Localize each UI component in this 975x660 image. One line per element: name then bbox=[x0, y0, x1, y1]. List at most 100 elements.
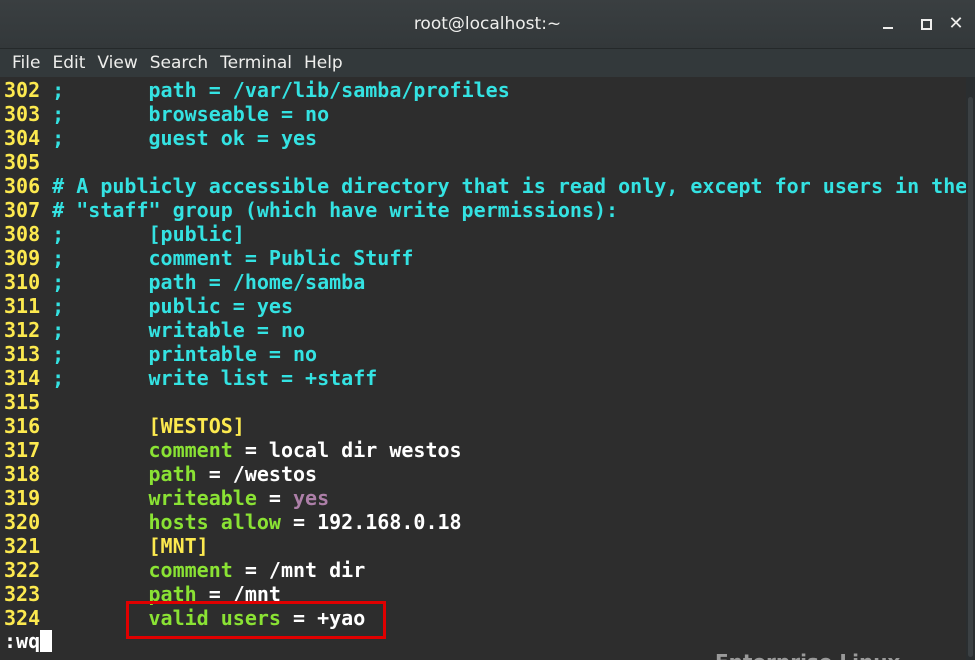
line-number: 313 bbox=[4, 342, 41, 366]
editor-line: 312 ; writable = no bbox=[4, 318, 305, 342]
line-number: 308 bbox=[4, 222, 41, 246]
line-number: 316 bbox=[4, 414, 41, 438]
menu-help[interactable]: Help bbox=[299, 53, 350, 73]
line-text: ; path = /home/samba bbox=[40, 270, 366, 294]
maximize-button[interactable] bbox=[916, 14, 936, 34]
line-text bbox=[40, 414, 148, 438]
editor-line: 308 ; [public] bbox=[4, 222, 245, 246]
line-number: 302 bbox=[4, 78, 41, 102]
line-number: 311 bbox=[4, 294, 41, 318]
command-text: :wq bbox=[4, 629, 41, 653]
editor-line: 314 ; write list = +staff bbox=[4, 366, 377, 390]
editor-line: 306 # A publicly accessible directory th… bbox=[4, 174, 966, 198]
editor-line: 319 writeable = yes bbox=[4, 486, 329, 510]
line-text bbox=[40, 462, 148, 486]
menu-terminal[interactable]: Terminal bbox=[215, 53, 299, 73]
line-text: comment bbox=[148, 438, 233, 462]
line-text: comment bbox=[148, 558, 233, 582]
line-number: 304 bbox=[4, 126, 41, 150]
menu-bar: File Edit View Search Terminal Help bbox=[0, 49, 975, 77]
line-number: 305 bbox=[4, 150, 41, 174]
scrollbar[interactable] bbox=[966, 77, 975, 660]
line-text bbox=[40, 438, 148, 462]
line-text: [MNT] bbox=[148, 534, 209, 558]
highlight-box bbox=[126, 601, 386, 639]
line-text: # A publicly accessible directory that i… bbox=[40, 174, 966, 198]
line-text: = bbox=[256, 486, 293, 510]
line-text: = /mnt dir bbox=[232, 558, 366, 582]
line-number: 309 bbox=[4, 246, 41, 270]
editor-line: 309 ; comment = Public Stuff bbox=[4, 246, 413, 270]
line-number: 317 bbox=[4, 438, 41, 462]
line-number: 306 bbox=[4, 174, 41, 198]
maximize-icon bbox=[920, 18, 932, 30]
editor-line: 303 ; browseable = no bbox=[4, 102, 329, 126]
close-icon: ✕ bbox=[948, 13, 964, 34]
line-number: 323 bbox=[4, 582, 41, 606]
close-button[interactable]: ✕ bbox=[946, 14, 966, 34]
editor-line: 302 ; path = /var/lib/samba/profiles bbox=[4, 78, 510, 102]
line-number: 318 bbox=[4, 462, 41, 486]
editor-line: 316 [WESTOS] bbox=[4, 414, 245, 438]
terminal-window: root@localhost:~ ✕ File Edit View Search… bbox=[0, 0, 975, 660]
line-number: 315 bbox=[4, 390, 41, 414]
editor-line: 318 path = /westos bbox=[4, 462, 317, 486]
line-number: 303 bbox=[4, 102, 41, 126]
editor-line: 311 ; public = yes bbox=[4, 294, 293, 318]
line-text: path bbox=[148, 462, 197, 486]
line-number: 312 bbox=[4, 318, 41, 342]
line-number: 310 bbox=[4, 270, 41, 294]
minimize-button[interactable] bbox=[878, 14, 898, 34]
line-number: 321 bbox=[4, 534, 41, 558]
menu-file[interactable]: File bbox=[0, 53, 47, 73]
line-number: 319 bbox=[4, 486, 41, 510]
command-line[interactable]: :wq bbox=[4, 629, 53, 653]
line-text: ; comment = Public Stuff bbox=[40, 246, 414, 270]
line-text bbox=[40, 534, 148, 558]
editor-line: 320 hosts allow = 192.168.0.18 bbox=[4, 510, 462, 534]
line-number: 307 bbox=[4, 198, 41, 222]
menu-view[interactable]: View bbox=[92, 53, 144, 73]
menu-search[interactable]: Search bbox=[145, 53, 215, 73]
line-text: # "staff" group (which have write permis… bbox=[40, 198, 619, 222]
line-text: ; bbox=[40, 78, 149, 102]
line-text: = 192.168.0.18 bbox=[280, 510, 462, 534]
line-text: browseable = no bbox=[148, 102, 330, 126]
text-cursor bbox=[40, 630, 53, 652]
line-text: writeable bbox=[148, 486, 257, 510]
title-bar[interactable]: root@localhost:~ ✕ bbox=[0, 0, 975, 49]
line-text: = local dir westos bbox=[232, 438, 462, 462]
background-text: Enterprise Linux bbox=[715, 645, 900, 660]
line-text: ; bbox=[40, 126, 149, 150]
line-number: 320 bbox=[4, 510, 41, 534]
line-text: guest ok = yes bbox=[148, 126, 318, 150]
editor-line: 310 ; path = /home/samba bbox=[4, 270, 365, 294]
scrollbar-thumb[interactable] bbox=[968, 97, 973, 657]
editor-line: 321 [MNT] bbox=[4, 534, 209, 558]
line-number: 314 bbox=[4, 366, 41, 390]
editor-line: 317 comment = local dir westos bbox=[4, 438, 462, 462]
minimize-icon bbox=[883, 27, 893, 29]
line-text: yes bbox=[293, 486, 330, 510]
editor-line: 307 # "staff" group (which have write pe… bbox=[4, 198, 618, 222]
line-text: hosts allow bbox=[148, 510, 281, 534]
line-text: ; public = yes bbox=[40, 294, 293, 318]
menu-edit[interactable]: Edit bbox=[47, 53, 92, 73]
line-text: ; bbox=[40, 102, 149, 126]
window-title: root@localhost:~ bbox=[413, 14, 562, 34]
line-number: 322 bbox=[4, 558, 41, 582]
terminal-content[interactable]: 324 valid users = +yao 323 path = /mnt 322… bbox=[0, 77, 966, 660]
editor-line: 313 ; printable = no bbox=[4, 342, 317, 366]
line-text: ; printable = no bbox=[40, 342, 318, 366]
line-number: 324 bbox=[4, 606, 41, 630]
line-text bbox=[40, 558, 148, 582]
line-text: ; writable = no bbox=[40, 318, 306, 342]
line-text bbox=[40, 486, 148, 510]
editor-line: 304 ; guest ok = yes bbox=[4, 126, 317, 150]
editor-line: 315 bbox=[4, 390, 40, 414]
line-text: = /westos bbox=[196, 462, 318, 486]
line-text: ; write list = +staff bbox=[40, 366, 378, 390]
line-text: [WESTOS] bbox=[148, 414, 245, 438]
editor-line: 305 bbox=[4, 150, 40, 174]
line-text bbox=[40, 510, 148, 534]
